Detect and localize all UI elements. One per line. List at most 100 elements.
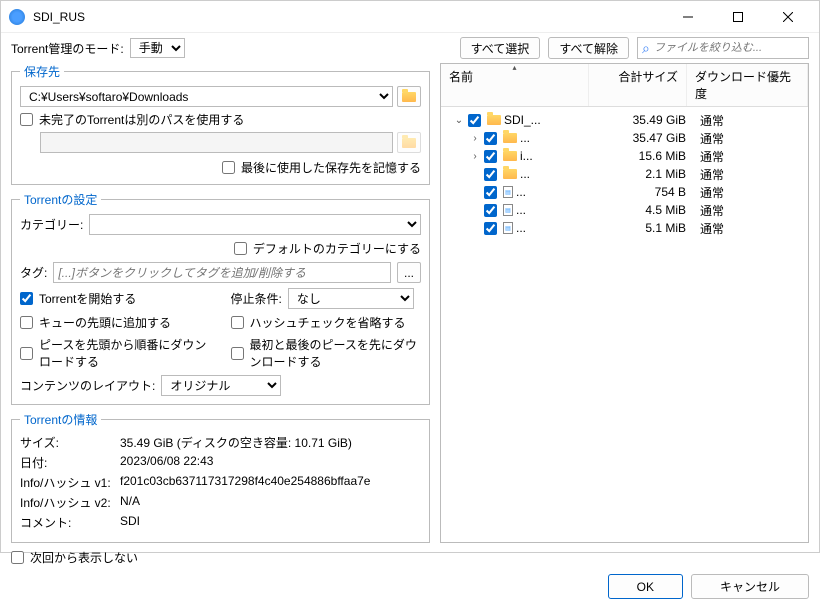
file-priority: 通常 bbox=[694, 184, 804, 201]
minimize-button[interactable] bbox=[665, 1, 711, 33]
browse-incomplete-path-button bbox=[397, 132, 421, 153]
stop-condition-label: 停止条件: bbox=[231, 290, 282, 307]
file-checkbox[interactable] bbox=[484, 186, 497, 199]
file-priority: 通常 bbox=[694, 148, 804, 165]
search-icon: ⌕ bbox=[642, 40, 650, 57]
date-value: 2023/06/08 22:43 bbox=[120, 454, 213, 471]
save-destination-group: 保存先 C:¥Users¥softaro¥Downloads 未完了のTorre… bbox=[11, 63, 430, 185]
folder-icon bbox=[503, 169, 517, 179]
comment-value: SDI bbox=[120, 514, 140, 531]
torrent-settings-group: Torrentの設定 カテゴリー: デフォルトのカテゴリーにする タグ: ... bbox=[11, 191, 430, 405]
layout-label: コンテンツのレイアウト: bbox=[20, 377, 155, 394]
file-checkbox[interactable] bbox=[484, 222, 497, 235]
expand-toggle[interactable]: ⌄ bbox=[453, 115, 465, 126]
app-icon bbox=[9, 9, 25, 25]
tree-row[interactable]: ▤...5.1 MiB通常 bbox=[441, 219, 808, 237]
column-header-name[interactable]: ▴名前 bbox=[441, 64, 589, 106]
column-header-size[interactable]: 合計サイズ bbox=[589, 64, 687, 106]
file-icon: ▤ bbox=[503, 204, 513, 216]
deselect-all-button[interactable]: すべて解除 bbox=[548, 37, 629, 59]
column-header-priority[interactable]: ダウンロード優先度 bbox=[687, 64, 808, 106]
expand-toggle[interactable]: › bbox=[469, 133, 481, 144]
expand-toggle[interactable]: › bbox=[469, 151, 481, 162]
tree-row[interactable]: ▤...4.5 MiB通常 bbox=[441, 201, 808, 219]
mode-select[interactable]: 手動 bbox=[130, 38, 185, 58]
maximize-button[interactable] bbox=[715, 1, 761, 33]
titlebar: SDI_RUS bbox=[1, 1, 819, 33]
torrent-info-group: Torrentの情報 サイズ:35.49 GiB (ディスクの空き容量: 10.… bbox=[11, 411, 430, 543]
file-icon: ▤ bbox=[503, 186, 513, 198]
folder-icon bbox=[402, 138, 416, 148]
search-input[interactable] bbox=[654, 42, 804, 54]
incomplete-path-label: 未完了のTorrentは別のパスを使用する bbox=[39, 111, 244, 128]
sequential-label: ピースを先頭から順番にダウンロードする bbox=[39, 336, 211, 370]
mode-label: Torrent管理のモード: bbox=[11, 40, 124, 57]
first-last-label: 最初と最後のピースを先にダウンロードする bbox=[250, 336, 422, 370]
cancel-button[interactable]: キャンセル bbox=[691, 574, 809, 599]
sequential-checkbox[interactable] bbox=[20, 347, 33, 360]
incomplete-path-checkbox[interactable] bbox=[20, 113, 33, 126]
size-value: 35.49 GiB (ディスクの空き容量: 10.71 GiB) bbox=[120, 434, 352, 451]
file-priority: 通常 bbox=[694, 202, 804, 219]
hashv1-label: Info/ハッシュ v1: bbox=[20, 474, 120, 491]
browse-save-path-button[interactable] bbox=[397, 86, 421, 107]
file-size: 35.47 GiB bbox=[596, 131, 694, 145]
tree-row[interactable]: ...2.1 MiB通常 bbox=[441, 165, 808, 183]
file-priority: 通常 bbox=[694, 130, 804, 147]
folder-icon bbox=[487, 115, 501, 125]
file-name: ... bbox=[520, 131, 596, 145]
file-checkbox[interactable] bbox=[468, 114, 481, 127]
skip-hash-label: ハッシュチェックを省略する bbox=[250, 314, 406, 331]
tag-edit-button[interactable]: ... bbox=[397, 262, 421, 283]
dont-show-label: 次回から表示しない bbox=[30, 549, 138, 566]
ok-button[interactable]: OK bbox=[608, 574, 683, 599]
start-torrent-label: Torrentを開始する bbox=[39, 290, 136, 307]
file-checkbox[interactable] bbox=[484, 132, 497, 145]
hashv1-value: f201c03cb637117317298f4c40e254886bffaa7e bbox=[120, 474, 370, 491]
hashv2-label: Info/ハッシュ v2: bbox=[20, 494, 120, 511]
first-last-checkbox[interactable] bbox=[231, 347, 244, 360]
file-priority: 通常 bbox=[694, 220, 804, 237]
file-name: SDI_... bbox=[504, 113, 596, 127]
file-checkbox[interactable] bbox=[484, 150, 497, 163]
default-category-checkbox[interactable] bbox=[234, 242, 247, 255]
start-torrent-checkbox[interactable] bbox=[20, 292, 33, 305]
date-label: 日付: bbox=[20, 454, 120, 471]
folder-icon bbox=[402, 92, 416, 102]
tag-input[interactable] bbox=[53, 262, 391, 283]
select-all-button[interactable]: すべて選択 bbox=[460, 37, 541, 59]
file-name: ... bbox=[516, 203, 596, 217]
file-size: 35.49 GiB bbox=[596, 113, 694, 127]
folder-icon bbox=[503, 151, 517, 161]
stop-condition-select[interactable]: なし bbox=[288, 288, 414, 309]
tree-row[interactable]: ›i...15.6 MiB通常 bbox=[441, 147, 808, 165]
file-size: 754 B bbox=[596, 185, 694, 199]
skip-hash-checkbox[interactable] bbox=[231, 316, 244, 329]
torrent-info-legend: Torrentの情報 bbox=[20, 411, 101, 428]
file-name: i... bbox=[520, 149, 596, 163]
file-size: 4.5 MiB bbox=[596, 203, 694, 217]
close-button[interactable] bbox=[765, 1, 811, 33]
remember-path-label: 最後に使用した保存先を記憶する bbox=[241, 159, 421, 176]
tree-row[interactable]: ▤...754 B通常 bbox=[441, 183, 808, 201]
search-box[interactable]: ⌕ bbox=[637, 37, 809, 59]
file-name: ... bbox=[520, 167, 596, 181]
file-checkbox[interactable] bbox=[484, 204, 497, 217]
file-name: ... bbox=[516, 185, 596, 199]
file-checkbox[interactable] bbox=[484, 168, 497, 181]
file-priority: 通常 bbox=[694, 112, 804, 129]
incomplete-path-input bbox=[40, 132, 393, 153]
add-to-top-label: キューの先頭に追加する bbox=[39, 314, 171, 331]
tree-row[interactable]: ›...35.47 GiB通常 bbox=[441, 129, 808, 147]
save-path-input[interactable]: C:¥Users¥softaro¥Downloads bbox=[20, 86, 393, 107]
tree-row[interactable]: ⌄ SDI_...35.49 GiB通常 bbox=[441, 111, 808, 129]
file-tree-body[interactable]: ⌄SDI_...35.49 GiB通常›...35.47 GiB通常›i...1… bbox=[441, 107, 808, 542]
remember-path-checkbox[interactable] bbox=[222, 161, 235, 174]
size-label: サイズ: bbox=[20, 434, 120, 451]
add-to-top-checkbox[interactable] bbox=[20, 316, 33, 329]
category-select[interactable] bbox=[89, 214, 421, 235]
window-title: SDI_RUS bbox=[33, 10, 665, 24]
save-destination-legend: 保存先 bbox=[20, 63, 64, 80]
layout-select[interactable]: オリジナル bbox=[161, 375, 281, 396]
folder-icon bbox=[503, 133, 517, 143]
